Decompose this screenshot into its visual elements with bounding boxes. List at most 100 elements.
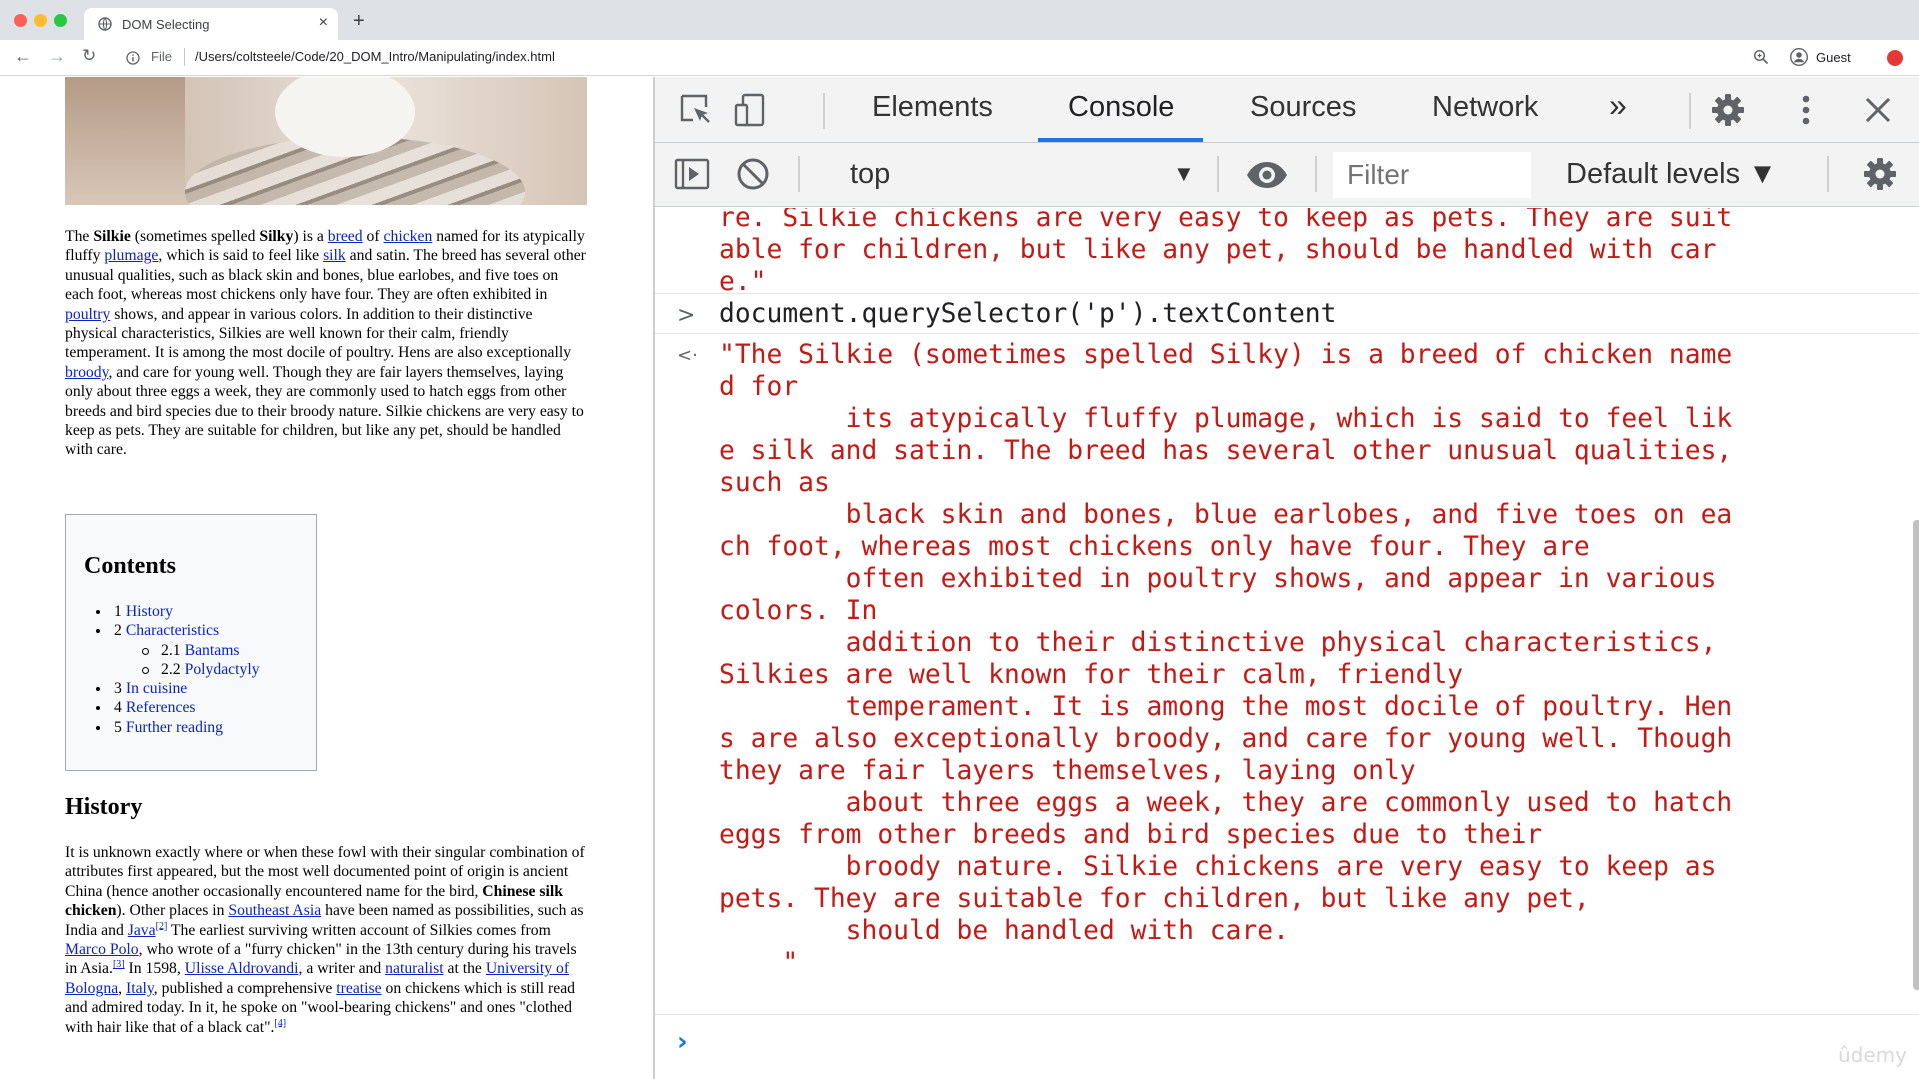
- browser-tab[interactable]: DOM Selecting ×: [84, 8, 338, 40]
- console-line: its atypically fluffy plumage, which is …: [719, 404, 1733, 434]
- forward-arrow-icon[interactable]: →: [48, 46, 66, 67]
- link-silk[interactable]: silk: [323, 247, 346, 264]
- chevron-down-icon[interactable]: ▼: [1173, 161, 1195, 187]
- link-naturalist[interactable]: naturalist: [385, 960, 443, 977]
- toc-link[interactable]: Characteristics: [126, 622, 219, 639]
- toolbar-divider: [1827, 156, 1829, 192]
- toolbar-divider: [798, 156, 800, 192]
- toc-item-cuisine: 3 In cuisine: [84, 679, 260, 698]
- photo-background: [65, 77, 185, 205]
- console-toolbar: top ▼ Default levels ▼: [655, 143, 1919, 207]
- ref-4[interactable]: [4]: [274, 1017, 286, 1028]
- tab-elements[interactable]: Elements: [872, 91, 993, 124]
- console-prompt[interactable]: ›: [655, 1016, 1919, 1076]
- toc-item-bantams: 2.1 Bantams: [84, 641, 260, 660]
- toolbar-divider: [1689, 93, 1691, 129]
- more-options-icon[interactable]: [1787, 91, 1825, 129]
- active-tab-indicator: [1038, 138, 1203, 142]
- tab-console[interactable]: Console: [1068, 91, 1174, 124]
- console-line: Silkies are well known for their calm, f…: [719, 660, 1464, 690]
- address-bar[interactable]: /Users/coltsteele/Code/20_DOM_Intro/Mani…: [195, 49, 555, 64]
- link-breed[interactable]: breed: [328, 228, 363, 245]
- info-icon[interactable]: [126, 51, 140, 65]
- toc-link[interactable]: Polydactyly: [185, 661, 260, 678]
- console-line: temperament. It is among the most docile…: [719, 692, 1733, 722]
- link-java[interactable]: Java: [128, 922, 156, 939]
- link-treatise[interactable]: treatise: [336, 980, 381, 997]
- toc-link[interactable]: Bantams: [185, 642, 240, 659]
- console-line: they are fair layers themselves, laying …: [719, 756, 1416, 786]
- page-content: The Silkie (sometimes spelled Silky) is …: [0, 77, 653, 1079]
- zoom-icon[interactable]: [1753, 49, 1769, 65]
- history-paragraph: It is unknown exactly where or when thes…: [65, 844, 585, 1036]
- toc-item-history: 1 History: [84, 602, 260, 621]
- close-window-button[interactable]: [14, 14, 27, 27]
- toc-link[interactable]: In cuisine: [126, 680, 187, 697]
- filter-input[interactable]: [1347, 159, 1522, 191]
- zoom-window-button[interactable]: [54, 14, 67, 27]
- avatar-icon: [1790, 48, 1808, 66]
- console-line: ": [719, 948, 799, 978]
- output-arrow-icon: <·: [677, 345, 698, 366]
- settings-gear-icon[interactable]: [1709, 91, 1747, 129]
- new-tab-button[interactable]: +: [353, 10, 365, 33]
- link-ulisse-aldrovandi[interactable]: Ulisse Aldrovandi: [185, 960, 299, 977]
- toolbar-divider: [1315, 156, 1317, 192]
- live-expression-eye-icon[interactable]: [1245, 156, 1289, 194]
- context-selector[interactable]: top: [850, 158, 890, 191]
- toc-link[interactable]: History: [126, 603, 173, 620]
- clear-console-icon[interactable]: [734, 155, 772, 193]
- show-sidebar-icon[interactable]: [673, 155, 711, 193]
- link-plumage[interactable]: plumage: [104, 247, 158, 264]
- profile-button[interactable]: Guest: [1786, 46, 1857, 68]
- close-tab-icon[interactable]: ×: [319, 14, 328, 32]
- globe-icon: [98, 17, 112, 31]
- link-broody[interactable]: broody: [65, 364, 108, 381]
- inspect-element-icon[interactable]: [677, 91, 715, 129]
- tab-sources[interactable]: Sources: [1250, 91, 1356, 124]
- console-command[interactable]: document.querySelector('p').textContent: [719, 298, 1336, 330]
- toc-link[interactable]: Further reading: [126, 719, 223, 736]
- reload-icon[interactable]: ↻: [82, 46, 96, 66]
- console-line: s are also exceptionally broody, and car…: [719, 724, 1733, 754]
- console-line: broody nature. Silkie chickens are very …: [719, 852, 1717, 882]
- profile-label: Guest: [1816, 49, 1851, 65]
- log-levels-dropdown[interactable]: Default levels ▼: [1566, 158, 1777, 191]
- toc-link[interactable]: References: [126, 699, 196, 716]
- table-of-contents: Contents 1 History 2 Characteristics 2.1 Ba…: [65, 514, 317, 771]
- toc-item-characteristics: 2 Characteristics: [84, 621, 260, 640]
- link-marco-polo[interactable]: Marco Polo: [65, 941, 139, 958]
- minimize-window-button[interactable]: [34, 14, 47, 27]
- ref-2[interactable]: [2]: [156, 920, 168, 931]
- bold-silkie: Silkie: [93, 228, 131, 245]
- close-devtools-icon[interactable]: [1859, 91, 1897, 129]
- browser-toolbar: ← → ↻ File /Users/coltsteele/Code/20_DOM…: [0, 40, 1919, 76]
- extension-icon[interactable]: [1887, 50, 1903, 66]
- console-line: eggs from other breeds and bird species …: [719, 820, 1543, 850]
- tab-network[interactable]: Network: [1432, 91, 1538, 124]
- link-southeast-asia[interactable]: Southeast Asia: [228, 902, 321, 919]
- link-italy[interactable]: Italy: [126, 980, 154, 997]
- console-line: pets. They are suitable for children, bu…: [719, 884, 1590, 914]
- link-poultry[interactable]: poultry: [65, 306, 110, 323]
- devtools-tabbar: Elements Console Sources Network »: [655, 77, 1919, 143]
- toc-item-further-reading: 5 Further reading: [84, 718, 260, 737]
- ref-3[interactable]: [3]: [113, 959, 125, 970]
- back-arrow-icon[interactable]: ←: [14, 46, 32, 67]
- toc-list: 1 History 2 Characteristics 2.1 Bantams 2.2…: [84, 602, 260, 737]
- console-line: addition to their distinctive physical c…: [719, 628, 1717, 658]
- console-line: re. Silkie chickens are very easy to kee…: [719, 208, 1733, 233]
- more-tabs-icon[interactable]: »: [1609, 87, 1627, 124]
- toolbar-divider: [823, 93, 825, 129]
- console-settings-gear-icon[interactable]: [1861, 155, 1899, 193]
- filter-field[interactable]: [1333, 152, 1531, 198]
- console-line: d for: [719, 372, 799, 402]
- console-scrollbar[interactable]: [1913, 520, 1919, 990]
- console-line: ch foot, whereas most chickens only have…: [719, 532, 1590, 562]
- udemy-watermark: ûdemy: [1838, 1043, 1907, 1067]
- link-chicken[interactable]: chicken: [384, 228, 433, 245]
- device-toolbar-icon[interactable]: [731, 91, 769, 129]
- toc-item-polydactyly: 2.2 Polydactyly: [84, 660, 260, 679]
- console-line: black skin and bones, blue earlobes, and…: [719, 500, 1733, 530]
- address-scheme: File: [151, 49, 172, 64]
